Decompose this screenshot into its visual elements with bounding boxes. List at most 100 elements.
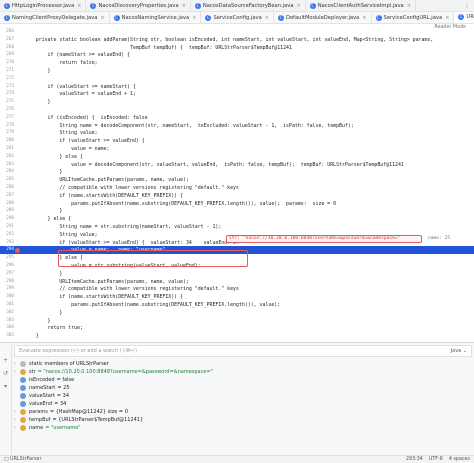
code-line[interactable]: 281 value = name; xyxy=(0,145,474,153)
code-line[interactable]: 270 return false; xyxy=(0,59,474,67)
close-tab-icon[interactable]: × xyxy=(407,3,411,9)
line-number[interactable]: 268 xyxy=(0,44,14,52)
code-line[interactable]: 268 TempBuf tempBuf) { tempBuf: URLStrPa… xyxy=(0,44,474,52)
code-line[interactable]: 279 String value; xyxy=(0,129,474,137)
line-number[interactable]: 269 xyxy=(0,51,14,59)
breakpoint-icon[interactable] xyxy=(15,247,20,253)
code-line[interactable]: 288 params.putIfAbsent(name.substring(DE… xyxy=(0,200,474,208)
editor-tab[interactable]: CURLStrParser.java× xyxy=(454,12,474,23)
variable-row[interactable]: isEncoded = false xyxy=(14,376,472,384)
line-number[interactable]: 267 xyxy=(0,36,14,44)
close-tab-icon[interactable]: × xyxy=(192,15,196,21)
code-line[interactable]: 304 return true; xyxy=(0,324,474,332)
code-line[interactable]: 294 value = name; name: "username" xyxy=(0,246,474,255)
code-line[interactable]: 274 valueStart = valueEnd + 1; xyxy=(0,90,474,98)
line-number[interactable]: 282 xyxy=(0,153,14,161)
code-line[interactable]: 269 if (nameStart >= valueEnd) { xyxy=(0,51,474,59)
variable-row[interactable]: valueEnd = 34 xyxy=(14,400,472,408)
restore-layout-icon[interactable]: ↺ xyxy=(2,370,9,377)
line-number[interactable]: 285 xyxy=(0,176,14,184)
line-number[interactable]: 300 xyxy=(0,293,14,301)
line-number[interactable]: 301 xyxy=(0,301,14,309)
code-line[interactable]: 297 } xyxy=(0,270,474,278)
editor-tab[interactable]: C NacosNamingService.java × xyxy=(110,12,202,23)
close-tab-icon[interactable]: × xyxy=(265,15,269,21)
language-selector[interactable]: Java ⌄ xyxy=(451,348,467,354)
close-tab-icon[interactable]: × xyxy=(445,15,449,21)
code-line[interactable]: 285 URLItemCache.putParams(params, name,… xyxy=(0,176,474,184)
line-number[interactable]: 293 xyxy=(0,239,14,247)
line-number[interactable]: 284 xyxy=(0,168,14,176)
line-number[interactable]: 266 xyxy=(0,28,14,36)
line-number[interactable]: 286 xyxy=(0,184,14,192)
close-tab-icon[interactable]: × xyxy=(362,15,366,21)
line-number[interactable]: 299 xyxy=(0,285,14,293)
code-line[interactable]: 300 if (name.startsWith(DEFAULT_KEY_PREF… xyxy=(0,293,474,301)
line-number[interactable]: 297 xyxy=(0,270,14,278)
line-number[interactable]: 292 xyxy=(0,231,14,239)
line-number[interactable]: 291 xyxy=(0,223,14,231)
line-number[interactable]: 279 xyxy=(0,129,14,137)
code-line[interactable]: 282 } else { xyxy=(0,153,474,161)
line-number[interactable]: 303 xyxy=(0,317,14,325)
reader-mode-toggle[interactable]: Reader Mode xyxy=(434,25,466,30)
code-line[interactable]: 267 private static boolean addParam(Stri… xyxy=(0,36,474,44)
line-number[interactable]: 272 xyxy=(0,75,14,83)
line-number[interactable]: 287 xyxy=(0,192,14,200)
code-line[interactable]: 291 String name = str.substring(nameStar… xyxy=(0,223,474,231)
code-line[interactable]: 290 } else { xyxy=(0,215,474,223)
line-number[interactable]: 295 xyxy=(0,254,14,262)
close-tab-icon[interactable]: × xyxy=(100,15,104,21)
code-line[interactable]: 272 xyxy=(0,75,474,83)
close-tab-icon[interactable]: × xyxy=(182,3,186,9)
line-number[interactable]: 290 xyxy=(0,215,14,223)
variable-row[interactable]: › name = "username" xyxy=(14,424,472,432)
indent-setting[interactable]: 4 spaces xyxy=(449,457,470,462)
code-line[interactable]: 295 } else { xyxy=(0,254,474,262)
line-number[interactable]: 276 xyxy=(0,106,14,114)
code-line[interactable]: 276 xyxy=(0,106,474,114)
code-line[interactable]: 271 } xyxy=(0,67,474,75)
variable-row[interactable]: › str = "nacos://10.20.0.100:8848?username… xyxy=(14,368,472,376)
code-line[interactable]: 266 xyxy=(0,28,474,36)
line-number[interactable]: 271 xyxy=(0,67,14,75)
code-line[interactable]: 280 if (valueStart >= valueEnd) { xyxy=(0,137,474,145)
add-watch-icon[interactable]: + xyxy=(2,357,9,364)
variable-row[interactable]: nameStart = 25 xyxy=(14,384,472,392)
variable-row[interactable]: › tempBuf = {URLStrParser$TempBuf@11241} xyxy=(14,416,472,424)
line-number[interactable]: 289 xyxy=(0,207,14,215)
code-line[interactable]: 303 } xyxy=(0,317,474,325)
code-line[interactable]: 301 params.putIfAbsent(name.substring(DE… xyxy=(0,301,474,309)
variable-row[interactable]: valueStart = 34 xyxy=(14,392,472,400)
close-tab-icon[interactable]: × xyxy=(77,3,81,9)
code-line[interactable]: 302 } xyxy=(0,309,474,317)
filter-icon[interactable]: ▾ xyxy=(2,383,9,390)
line-number[interactable]: 275 xyxy=(0,98,14,106)
editor-tab[interactable]: C NacosClientAuthServiceImpl.java × xyxy=(306,0,416,11)
line-number[interactable]: 270 xyxy=(0,59,14,67)
line-number[interactable]: 280 xyxy=(0,137,14,145)
line-number[interactable]: 304 xyxy=(0,324,14,332)
code-line[interactable]: 273 if (valueStart <= nameStart) { xyxy=(0,83,474,91)
code-line[interactable]: 287 if (name.startsWith(DEFAULT_KEY_PREF… xyxy=(0,192,474,200)
line-number[interactable]: 298 xyxy=(0,278,14,286)
line-number[interactable]: 277 xyxy=(0,114,14,122)
line-number[interactable]: 296 xyxy=(0,262,14,270)
code-editor[interactable]: Reader Mode 266 267 private static boolea… xyxy=(0,24,474,342)
editor-tab[interactable]: C ServiceConfig.java × xyxy=(201,12,274,23)
code-line[interactable]: 283 value = decodeComponent(str, valueSt… xyxy=(0,161,474,169)
line-number[interactable]: 283 xyxy=(0,161,14,169)
evaluate-expression-input[interactable]: Evaluate expression (↵) or add a watch (… xyxy=(14,345,472,357)
line-number[interactable]: 302 xyxy=(0,309,14,317)
line-number[interactable]: 278 xyxy=(0,122,14,130)
code-line[interactable]: 275 } xyxy=(0,98,474,106)
editor-tab[interactable]: C NacosDataSourceFactoryBean.java × xyxy=(191,0,306,11)
editor-tab[interactable]: C ServiceConfigURL.java × xyxy=(372,12,455,23)
code-line[interactable]: 284 } xyxy=(0,168,474,176)
line-number[interactable]: 273 xyxy=(0,83,14,91)
code-line[interactable]: 286 // compatible with lower versions re… xyxy=(0,184,474,192)
line-number[interactable]: 274 xyxy=(0,90,14,98)
editor-tab[interactable]: C DefaultModuleDeployer.java × xyxy=(274,12,372,23)
code-line[interactable]: 296 value = str.substring(valueStart, va… xyxy=(0,262,474,270)
editor-tab[interactable]: C NamingClientProxyDelegate.java × xyxy=(0,12,110,23)
